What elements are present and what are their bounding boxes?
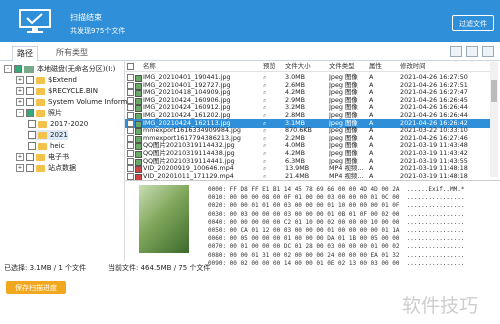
column-date[interactable]: 修改时间 [400, 62, 490, 71]
tree-item[interactable]: + System Volume Inform [16, 97, 127, 107]
tree-item-label: 电子书 [48, 153, 69, 161]
detail-view-icon[interactable] [482, 46, 494, 57]
selected-info: 已选择: 3.1MB / 1 个文件 [4, 264, 87, 272]
scan-status-title: 扫描结束 [70, 13, 102, 22]
column-size[interactable]: 文件大小 [285, 62, 325, 71]
folder-tree: - 本地磁盘(无命名分区)(I:) + $Extend + $RECYCLE.BIN + Sy… [0, 61, 127, 261]
folder-icon [36, 98, 45, 106]
tree-item[interactable]: + $RECYCLE.BIN [16, 86, 98, 96]
tree-item[interactable]: - 照片 [16, 108, 62, 118]
tree-item-label: 本地磁盘(无命名分区)(I:) [37, 65, 116, 73]
column-preview[interactable]: 预览 [263, 62, 275, 71]
folder-icon [38, 120, 47, 128]
tree-item[interactable]: - 本地磁盘(无命名分区)(I:) [4, 64, 115, 74]
tree-item-label: 站点数据 [48, 164, 76, 172]
tree-item[interactable]: + 站点数据 [16, 163, 76, 173]
expand-icon[interactable]: + [16, 153, 24, 161]
filter-files-button[interactable]: 过滤文件 [452, 15, 494, 31]
save-scan-progress-button[interactable]: 保存扫描进度 [6, 281, 66, 294]
tree-checkbox[interactable] [28, 142, 36, 150]
file-list-header: 名称 预览 文件大小 文件类型 属性 修改时间 [125, 62, 493, 72]
scrollbar-thumb[interactable] [491, 80, 497, 102]
tree-item[interactable]: heic [28, 141, 65, 151]
tree-item-label: 照片 [48, 109, 62, 117]
status-bar: 已选择: 3.1MB / 1 个文件 当前文件: 464.5MB / 75 个文… [0, 263, 500, 274]
tree-item-label: System Volume Inform [48, 98, 128, 106]
folder-icon [38, 142, 47, 150]
tree-item-label: 2017-2020 [50, 120, 89, 128]
folder-icon [36, 109, 45, 117]
watermark-text: 软件技巧 [402, 295, 478, 317]
tree-checkbox[interactable] [26, 87, 34, 95]
tab-bar: 路径 所有类型 [0, 42, 500, 62]
tree-checkbox[interactable] [26, 98, 34, 106]
tab-all-types[interactable]: 所有类型 [52, 46, 92, 60]
select-all-checkbox[interactable] [127, 63, 134, 70]
tree-checkbox[interactable] [26, 76, 34, 84]
scan-status-subtitle: 共发现975个文件 [70, 27, 126, 35]
tree-checkbox[interactable] [28, 131, 36, 139]
tree-checkbox[interactable] [26, 153, 34, 161]
header-bar: 扫描结束 共发现975个文件 过滤文件 [0, 0, 500, 42]
tree-item-label: $RECYCLE.BIN [48, 87, 98, 95]
folder-icon [38, 131, 47, 139]
column-attr[interactable]: 属性 [369, 62, 389, 71]
thumbnail-view-icon[interactable] [466, 46, 478, 57]
tree-item-label: heic [50, 142, 65, 150]
hex-view: 0000: FF D8 FF E1 B1 14 45 78 69 66 00 0… [208, 186, 465, 267]
tree-checkbox[interactable] [28, 120, 36, 128]
monitor-icon [19, 9, 51, 33]
tab-path[interactable]: 路径 [12, 46, 38, 62]
file-list: 名称 预览 文件大小 文件类型 属性 修改时间 IMG_20210401_190… [125, 61, 500, 181]
row-checkbox[interactable] [127, 172, 134, 180]
tree-item[interactable]: + $Extend [16, 75, 77, 85]
view-mode-buttons [446, 46, 494, 59]
expand-icon[interactable]: + [16, 87, 24, 95]
expand-icon[interactable]: + [16, 98, 24, 106]
tree-item-label: 2021 [50, 131, 68, 139]
photo-thumbnail [139, 185, 189, 253]
current-info: 当前文件: 464.5MB / 75 个文件 [108, 264, 211, 272]
list-view-icon[interactable] [450, 46, 462, 57]
tree-item-label: $Extend [48, 76, 77, 84]
folder-icon [36, 87, 45, 95]
tree-item[interactable]: + 电子书 [16, 152, 69, 162]
collapse-icon[interactable]: - [16, 109, 24, 117]
tree-checkbox[interactable] [26, 164, 34, 172]
expand-icon[interactable]: + [16, 76, 24, 84]
collapse-icon[interactable]: - [4, 65, 12, 73]
folder-icon [36, 153, 45, 161]
expand-icon[interactable]: + [16, 164, 24, 172]
watermark-logo: 软件技巧 [402, 295, 478, 317]
column-type[interactable]: 文件类型 [329, 62, 369, 71]
folder-icon [36, 164, 45, 172]
tree-item[interactable]: 2021 [28, 130, 68, 140]
column-name[interactable]: 名称 [143, 62, 273, 71]
tree-checkbox[interactable] [14, 65, 22, 73]
tree-checkbox[interactable] [26, 109, 34, 117]
folder-icon [36, 76, 45, 84]
drive-icon [24, 65, 34, 73]
tree-item[interactable]: 2017-2020 [28, 119, 88, 129]
